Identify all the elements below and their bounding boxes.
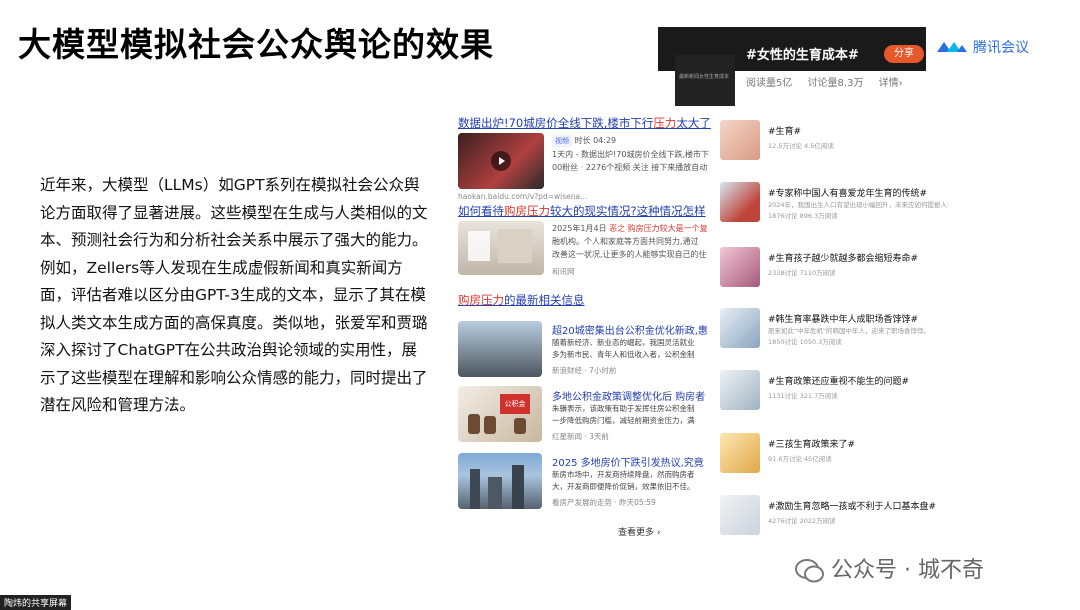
topic-item[interactable]: #生育政策还应重视不能生的问题# 1131讨论 321.7万阅读 [720, 370, 950, 425]
result-2-source[interactable]: 和讯网 [552, 266, 575, 277]
topic-thumbnail [720, 370, 760, 410]
slide-title: 大模型模拟社会公众舆论的效果 [18, 25, 494, 64]
topic-item[interactable]: #三孩生育政策来了# 91.6万讨论 45亿阅读 [720, 433, 950, 488]
news-3-source[interactable]: 看房产发展的走势 · 昨天05:59 [552, 497, 656, 508]
wechat-watermark: 公众号 · 城不奇 [795, 552, 984, 584]
result-1-video-thumbnail[interactable] [458, 133, 544, 189]
participant-video-thumbnail[interactable]: 最新新闻女性生育成本 [675, 55, 735, 106]
play-icon [491, 151, 511, 171]
see-more-link[interactable]: 查看更多 › [618, 525, 660, 538]
news-3-body-2: 大，开发商即便降价促销，效果依旧不佳。 [552, 482, 695, 491]
logo-text: 腾讯会议 [973, 39, 1029, 56]
result-1-snippet-1: 1天内 - 数据出炉!70城房价全线下跌,楼市下 [552, 150, 709, 159]
result-1-snippet-2: 00粉丝 · 2276个视频 关注 接下来播放自动 [552, 163, 708, 172]
news-3-body-1: 新房市场中，开发商持续降盘，然而购房者 [552, 470, 695, 479]
news-3-title[interactable]: 2025 多地房价下跌引发热议,究竟 [552, 454, 714, 469]
result-2-thumbnail[interactable] [458, 221, 544, 275]
result-1-title[interactable]: 数据出炉!70城房价全线下跌,楼市下行压力太大了 [458, 115, 720, 131]
topic-thumbnail [720, 120, 760, 160]
slide-paragraph: 近年来，大模型（LLMs）如GPT系列在模拟社会公众舆论方面取得了显著进展。这些… [40, 176, 428, 414]
news-1-thumbnail[interactable] [458, 321, 542, 377]
topic-item[interactable]: #生育# 12.5万讨论 4.5亿阅读 [720, 120, 950, 175]
topic-item-stats: 4276讨论 2022万阅读 [768, 517, 836, 525]
news-2-title[interactable]: 多地公积金政策调整优化后 购房者 [552, 388, 714, 403]
news-2-body-1: 朱骥表示，该政策有助于发挥住房公积金制 [552, 404, 695, 413]
topic-thumbnail [720, 495, 760, 535]
news-1-source[interactable]: 新浪财经 · 7小时前 [552, 365, 616, 376]
news-1-title[interactable]: 超20城密集出台公积金优化新政,惠 [552, 322, 714, 337]
topic-thumbnail [720, 247, 760, 287]
topic-item-desc: 原来如此"中年危机"的韩国中年人，迎来了职场香饽饽。 [768, 327, 930, 335]
news-2-thumb-label: 公积金 [500, 394, 530, 414]
video-duration: 时长 04:29 [574, 136, 617, 145]
news-1-body-2: 多为新市民、青年人和低收入者，公积金制 [552, 350, 695, 359]
topic-thumbnail [720, 308, 760, 348]
topic-item[interactable]: #激励生育忽略一孩或不利于人口基本盘# 4276讨论 2022万阅读 [720, 495, 950, 550]
topic-item-stats: 1876讨论 896.3万阅读 [768, 212, 838, 220]
topic-item-title: #三孩生育政策来了# [768, 440, 856, 450]
topic-item-title: #韩生育率暴跌中年人成职场香饽饽# [768, 315, 919, 325]
news-3-thumbnail[interactable] [458, 453, 542, 509]
news-2-body-2: 一步降低购房门槛，减轻前期资金压力，满 [552, 416, 695, 425]
topic-item-desc: 2024年，我国出生人口有望出现小幅回升，未来应如何提振人口发展新常态，建立什么 [768, 201, 948, 209]
topic-item-title: #生育# [768, 127, 802, 137]
tencent-meeting-icon [937, 41, 967, 52]
topic-item[interactable]: #专家称中国人有喜爱龙年生育的传统# 2024年，我国出生人口有望出现小幅回升，… [720, 182, 950, 237]
result-2-snippet-3: 改善这一状况,让更多的人能够实现自己的住 [552, 250, 707, 259]
discuss-count: 讨论量8.3万 [807, 78, 864, 89]
topic-item-stats: 1850讨论 1050.3万阅读 [768, 338, 842, 346]
wechat-icon [795, 559, 824, 583]
watermark-text: 公众号 · 城不奇 [831, 558, 984, 583]
news-2-source[interactable]: 红星新闻 · 3天前 [552, 431, 609, 442]
result-2-date: 2025年1月4日 恶之 购房压力较大是一个复 [552, 224, 708, 233]
topic-thumbnail [720, 182, 760, 222]
topic-title[interactable]: #女性的生育成本# [746, 44, 859, 63]
topic-item-stats: 2338讨论 7110万阅读 [768, 269, 836, 277]
topic-item-title: #专家称中国人有喜爱龙年生育的传统# [768, 189, 928, 199]
video-tag: 视频 [552, 135, 572, 147]
search-results-panel: 数据出炉!70城房价全线下跌,楼市下行压力太大了 视频 时长 04:29 1天内… [450, 108, 720, 548]
result-2-snippet-2: 融机构。个人和家庭等方面共同努力,通过 [552, 237, 699, 246]
news-section-title[interactable]: 购房压力的最新相关信息 [458, 292, 720, 308]
news-1-body-1: 随着新经济、新业态的崛起，我国灵活就业 [552, 338, 695, 347]
topic-item-stats: 91.6万讨论 45亿阅读 [768, 455, 832, 463]
tencent-meeting-logo: 腾讯会议 [935, 36, 1029, 56]
read-count: 阅读量5亿 [746, 78, 793, 89]
topic-item[interactable]: #韩生育率暴跌中年人成职场香饽饽# 原来如此"中年危机"的韩国中年人，迎来了职场… [720, 308, 950, 363]
shared-screen-label: 陶炜的共享屏幕 [0, 595, 72, 610]
result-1-meta: 视频 时长 04:29 [552, 135, 616, 147]
detail-link[interactable]: 详情› [879, 78, 903, 89]
share-button[interactable]: 分享 [884, 45, 924, 63]
thumb-caption: 最新新闻女性生育成本 [679, 74, 730, 80]
topic-item-stats: 1131讨论 321.7万阅读 [768, 392, 838, 400]
result-2-title[interactable]: 如何看待购房压力较大的现实情况?这种情况怎样 [458, 203, 720, 219]
news-2-thumbnail[interactable]: 公积金 [458, 386, 542, 442]
topic-item-title: #生育孩子越少就越多都会缩短寿命# [768, 254, 919, 264]
result-1-source[interactable]: haokan.baidu.com/v?pd=wisena... [458, 192, 587, 201]
topic-thumbnail [720, 433, 760, 473]
topic-item-stats: 12.5万讨论 4.5亿阅读 [768, 142, 834, 150]
topic-item[interactable]: #生育孩子越少就越多都会缩短寿命# 2338讨论 7110万阅读 [720, 247, 950, 302]
topic-stats: 阅读量5亿 讨论量8.3万 详情› [746, 74, 915, 89]
topic-item-title: #激励生育忽略一孩或不利于人口基本盘# [768, 502, 937, 512]
topic-item-title: #生育政策还应重视不能生的问题# [768, 377, 910, 387]
